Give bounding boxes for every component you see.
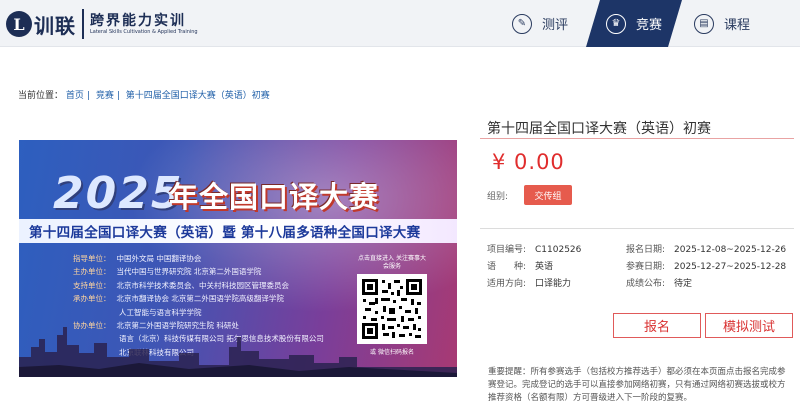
nav-item-competition[interactable]: ♛ 竞赛 — [586, 0, 682, 47]
banner-year: 2025 — [53, 168, 184, 219]
organizer-row: 承办单位： 北京市翻译协会 北京第二外国语学院高级翻译学院 — [73, 294, 284, 304]
important-notice: 重要提醒：所有参赛选手（包括校方推荐选手）都必须在本页面点击报名完成参赛登记。完… — [488, 367, 786, 403]
breadcrumb-current[interactable]: 第十四届全国口译大赛（英语）初赛 — [126, 91, 270, 101]
breadcrumb-competition[interactable]: 竞赛 — [96, 91, 114, 101]
contest-banner: 2025 年全国口译大赛 第十四届全国口译大赛（英语）暨 第十八届多语种全国口译… — [19, 140, 457, 377]
nav-label: 竞赛 — [636, 18, 663, 33]
breadcrumb-separator: | — [116, 91, 120, 101]
info-results: 成绩公布: 待定 — [626, 279, 693, 289]
banner-subtitle: 第十四届全国口译大赛（英语）暨 第十八届多语种全国口译大赛 — [29, 225, 421, 241]
breadcrumb-home[interactable]: 首页 — [66, 91, 84, 101]
info-participation-date: 参赛日期: 2025-12-27~2025-12-28 — [626, 262, 787, 272]
organizer-row: 指导单位： 中国外文局 中国翻译协会 — [73, 254, 202, 263]
info-registration-date: 报名日期: 2025-12-08~2025-12-26 — [626, 245, 787, 255]
logo-brand: 训联 — [34, 13, 76, 38]
course-icon: ▤ — [694, 13, 714, 34]
nav-label: 课程 — [724, 18, 751, 33]
section-divider — [480, 228, 794, 229]
title-underline — [480, 138, 794, 139]
register-button[interactable]: 报名 — [613, 313, 701, 338]
contest-title: 第十四届全国口译大赛（英语）初赛 — [487, 121, 711, 137]
breadcrumb-separator: | — [86, 91, 90, 101]
logo-tagline-en: Lateral Skills Cultivation & Applied Tra… — [90, 28, 198, 35]
info-language: 语 种: 英语 — [487, 262, 554, 272]
site-logo[interactable]: L 训联 跨界能力实训 Lateral Skills Cultivation &… — [6, 8, 198, 40]
trophy-icon: ♛ — [606, 14, 626, 34]
organizer-row: 支持单位： 北京市科学技术委员会、中关村科技园区管理委员会 — [73, 280, 289, 290]
group-label: 组别: — [487, 192, 509, 202]
logo-tagline: 跨界能力实训 Lateral Skills Cultivation & Appl… — [82, 9, 198, 39]
organizer-row: 主办单位： 当代中国与世界研究院 北京第二外国语学院 — [73, 267, 262, 277]
breadcrumb: 当前位置： 首页 | 竞赛 | 第十四届全国口译大赛（英语）初赛 — [18, 88, 270, 101]
info-direction: 适用方向: 口译能力 — [487, 279, 572, 289]
info-code: 项目编号: C1102526 — [487, 245, 582, 255]
nav-item-assessment[interactable]: ✎ 测评 — [506, 0, 586, 47]
logo-tagline-cn: 跨界能力实训 — [90, 12, 186, 29]
nav-label: 测评 — [542, 18, 569, 33]
banner-title: 年全国口译大赛 — [169, 180, 380, 214]
top-header: L 训联 跨界能力实训 Lateral Skills Cultivation &… — [0, 0, 800, 47]
breadcrumb-prefix: 当前位置： — [18, 91, 64, 101]
qr-caption: 点击直接进入 关注赛事大会服务 — [358, 255, 426, 270]
nav-item-courses[interactable]: ▤ 课程 — [694, 0, 784, 47]
skyline-graphic — [19, 327, 457, 377]
group-option-consecutive[interactable]: 交传组 — [524, 185, 572, 205]
contest-price: ¥ 0.00 — [492, 150, 565, 174]
mock-test-button[interactable]: 模拟测试 — [705, 313, 793, 338]
logo-mark: L — [6, 11, 32, 37]
quiz-icon: ✎ — [512, 13, 532, 34]
